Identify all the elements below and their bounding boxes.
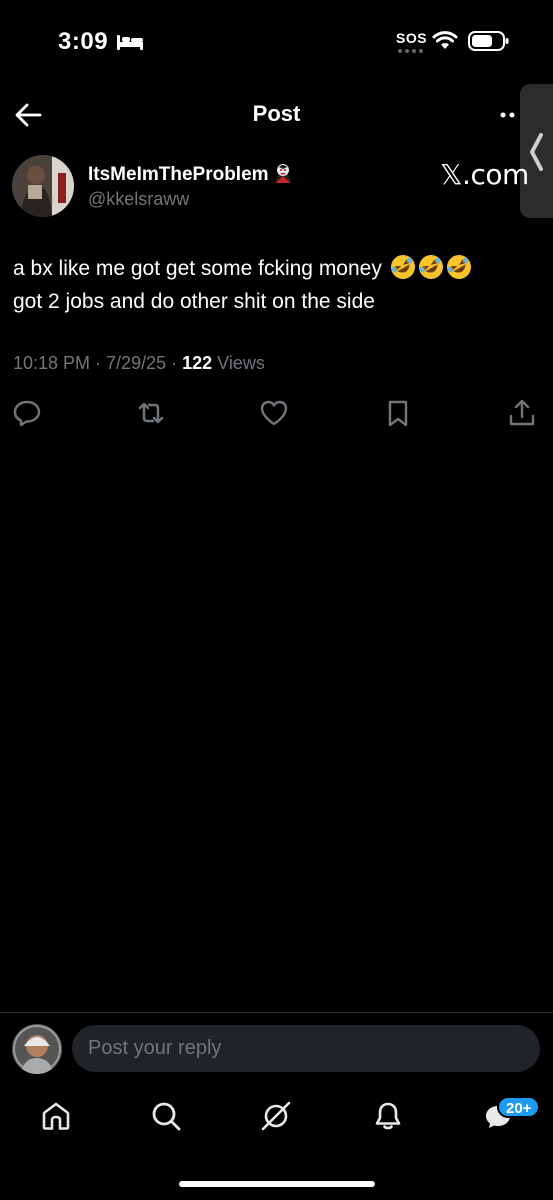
rofl-emoji-icon (418, 255, 443, 279)
home-indicator[interactable] (179, 1181, 375, 1187)
post-line-1-text: a bx like me got get some fcking money (13, 257, 382, 280)
battery-icon (468, 31, 509, 51)
post-text: a bx like me got get some fcking money g… (13, 252, 533, 318)
reply-input[interactable] (72, 1025, 540, 1072)
post-meta: 10:18 PM · 7/29/25 · 122 Views (13, 353, 265, 373)
vampire-emoji-icon (274, 164, 291, 183)
notifications-bell-icon[interactable] (372, 1100, 404, 1132)
post-date: 7/29/25 (106, 353, 167, 373)
rofl-emoji-icon (446, 255, 471, 279)
current-user-photo (12, 1024, 62, 1074)
views-label[interactable]: Views (217, 353, 265, 373)
views-count: 122 (182, 353, 213, 373)
avatar-photo (12, 155, 74, 217)
home-icon[interactable] (40, 1100, 72, 1132)
current-user-avatar[interactable] (12, 1024, 62, 1074)
reply-icon[interactable] (12, 398, 42, 428)
search-icon[interactable] (150, 1100, 182, 1132)
post-line-2: got 2 jobs and do other shit on the side (13, 290, 375, 313)
wifi-icon (432, 31, 458, 49)
bookmark-icon[interactable] (383, 398, 413, 428)
more-options-icon[interactable] (500, 112, 520, 118)
signal-dots-icon (398, 49, 423, 53)
display-name-text: ItsMeImTheProblem (88, 164, 269, 185)
x-brand-logo: 𝕏.com (440, 158, 529, 191)
sleep-focus-icon (117, 35, 143, 50)
author-display-name[interactable]: ItsMeImTheProblem (88, 162, 294, 186)
status-bar: 3:09 SOS (0, 0, 553, 80)
reply-divider (0, 1012, 553, 1013)
side-panel-handle[interactable] (520, 84, 553, 218)
share-icon[interactable] (507, 398, 537, 428)
author-avatar[interactable] (12, 155, 74, 217)
post-time: 10:18 PM (13, 353, 91, 373)
like-heart-icon[interactable] (259, 398, 289, 428)
sos-indicator: SOS (396, 30, 428, 46)
author-handle[interactable]: @kkelsraww (88, 189, 189, 210)
chevron-left-icon (530, 133, 543, 171)
repost-icon[interactable] (136, 398, 166, 428)
messages-badge: 20+ (497, 1096, 541, 1118)
post-header: Post (0, 90, 553, 140)
page-title: Post (252, 101, 301, 126)
grok-icon[interactable] (260, 1100, 292, 1132)
status-time: 3:09 (58, 28, 109, 55)
rofl-emoji-icon (390, 255, 415, 279)
post-line-1: a bx like me got get some fcking money (13, 252, 533, 285)
